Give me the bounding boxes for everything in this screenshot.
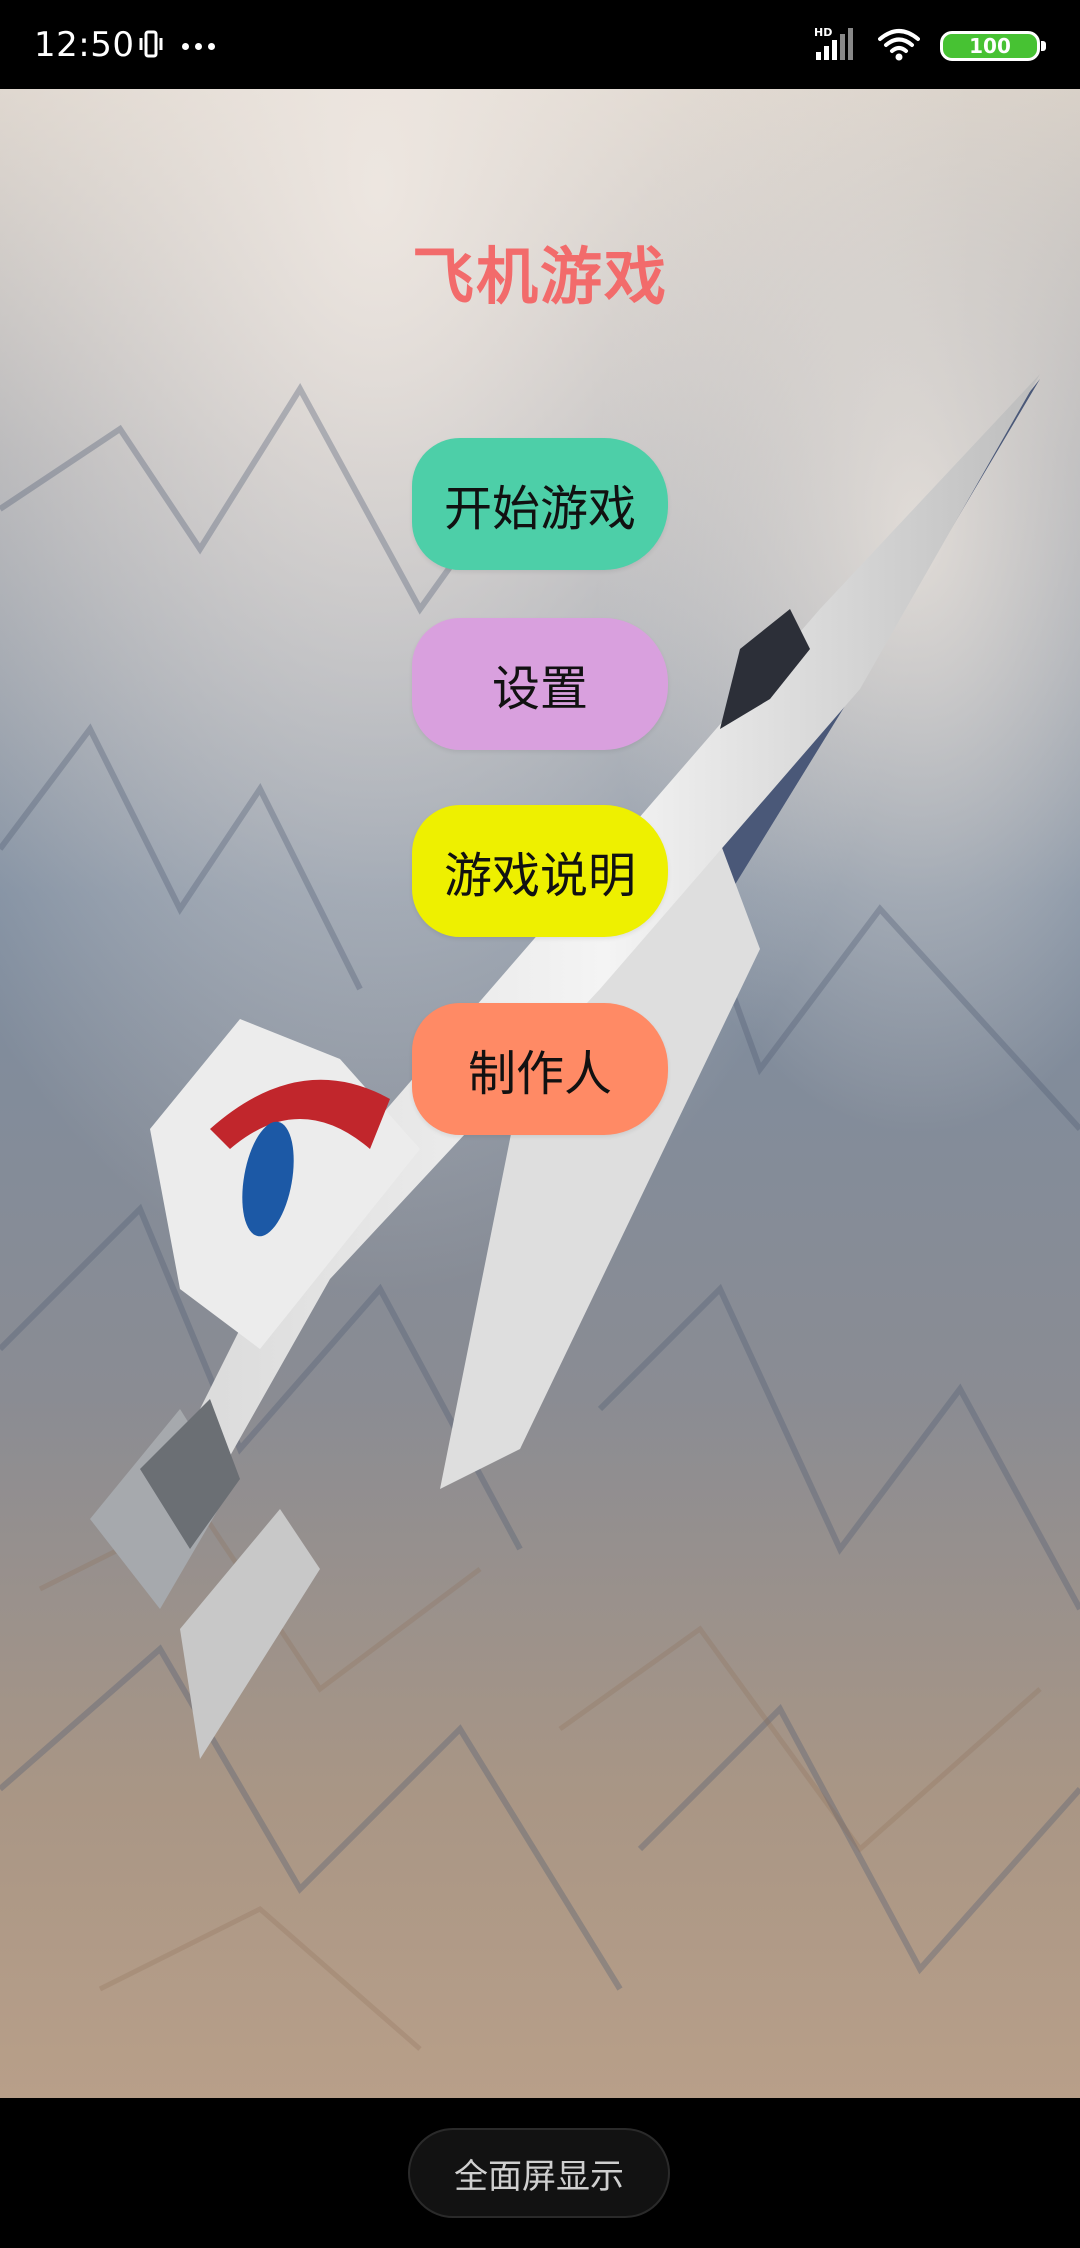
fullscreen-display-button[interactable]: 全面屏显示: [408, 2128, 670, 2218]
settings-button[interactable]: 设置: [412, 618, 668, 750]
battery-level: 100: [969, 34, 1011, 58]
battery-icon: 100: [940, 31, 1046, 61]
credits-button[interactable]: 制作人: [412, 1003, 668, 1135]
status-time: 12:50: [34, 25, 135, 65]
hd-signal-icon: HD: [814, 26, 858, 66]
phone-screen: 12:50 HD 100 飞机游戏 开始游戏 设置 游戏说明 制作人 全面屏显示: [0, 0, 1080, 2248]
more-dots-icon: [182, 42, 215, 50]
wifi-icon: [878, 27, 920, 65]
hd-signal-label: HD: [814, 26, 832, 39]
status-bar: 12:50 HD 100: [0, 0, 1080, 89]
vibrate-icon: [138, 29, 164, 63]
start-game-button[interactable]: 开始游戏: [412, 438, 668, 570]
bottom-bar: 全面屏显示: [0, 2098, 1080, 2248]
game-instructions-button[interactable]: 游戏说明: [412, 805, 668, 937]
status-left-icons: [138, 28, 215, 64]
game-title: 飞机游戏: [411, 240, 668, 313]
status-right-icons: HD 100: [814, 26, 1046, 66]
game-menu-screen: 飞机游戏 开始游戏 设置 游戏说明 制作人: [0, 89, 1080, 2098]
